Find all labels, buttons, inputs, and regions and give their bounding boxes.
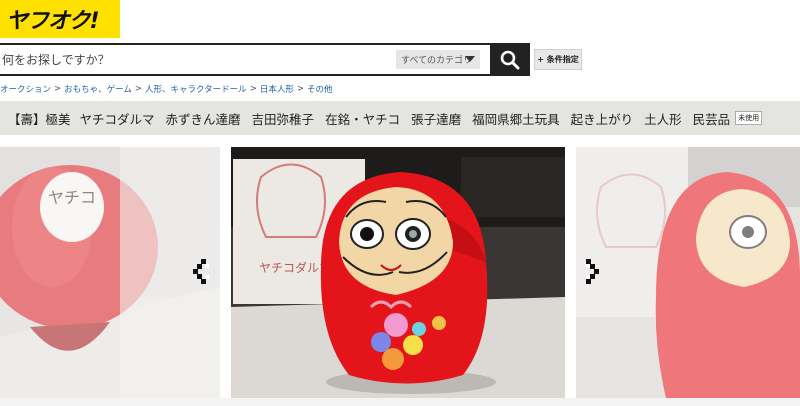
- box-label-text: ヤチコダルマ: [259, 260, 331, 275]
- breadcrumb: オークション > おもちゃ、ゲーム > 人形、キャラクタードール > 日本人形 …: [0, 83, 333, 95]
- logo-text: ヤフオク!: [6, 9, 100, 34]
- tag-item[interactable]: 起き上がり: [571, 109, 634, 128]
- tag-item[interactable]: 【壽】極美: [8, 109, 71, 128]
- tag-item[interactable]: 土人形: [644, 109, 682, 128]
- tag-item[interactable]: 張子達磨: [411, 109, 461, 128]
- filter-conditions-label: + 条件指定: [537, 55, 579, 64]
- tag-item[interactable]: 在銘・ヤチコ: [325, 109, 400, 128]
- main-image[interactable]: ヤチコダルマ: [231, 147, 565, 398]
- chevron-left-icon[interactable]: [193, 259, 211, 285]
- category-select-label: すべてのカテゴリ: [401, 56, 473, 66]
- caret-down-icon: [465, 56, 475, 62]
- breadcrumb-item[interactable]: その他: [307, 83, 333, 95]
- prev-image[interactable]: ヤチコ: [0, 147, 220, 398]
- tag-item[interactable]: 福岡県郷土玩具: [472, 109, 560, 128]
- chevron-right-icon[interactable]: [586, 259, 604, 285]
- breadcrumb-item[interactable]: おもちゃ、ゲーム: [64, 83, 132, 95]
- breadcrumb-item[interactable]: 日本人形: [260, 83, 294, 95]
- breadcrumb-item[interactable]: 人形、キャラクタードール: [145, 83, 247, 95]
- search-box: すべてのカテゴリ: [0, 43, 492, 76]
- tag-item[interactable]: ヤチコダルマ: [80, 109, 155, 128]
- condition-badge: 未使用: [735, 111, 763, 125]
- tag-item[interactable]: 吉田弥稚子: [252, 109, 315, 128]
- breadcrumb-item[interactable]: オークション: [0, 83, 51, 95]
- search-button[interactable]: [490, 43, 530, 76]
- daruma-front-photo: ヤチコダルマ: [231, 147, 565, 398]
- image-gallery: ヤチコ ヤチコダルマ: [0, 147, 800, 398]
- yahoo-auction-logo[interactable]: ヤフオク!: [0, 0, 120, 38]
- gallery-bottom-edge: [0, 398, 800, 406]
- tag-item[interactable]: 赤ずきん達磨: [166, 109, 241, 128]
- next-image[interactable]: [576, 147, 800, 398]
- filter-conditions-button[interactable]: + 条件指定: [534, 49, 582, 70]
- item-tags-bar: 【壽】極美 ヤチコダルマ 赤ずきん達磨 吉田弥稚子 在銘・ヤチコ 張子達磨 福岡…: [0, 101, 800, 135]
- category-select[interactable]: すべてのカテゴリ: [396, 50, 480, 69]
- search-input[interactable]: [0, 45, 390, 74]
- tag-item[interactable]: 民芸品: [693, 109, 731, 128]
- search-icon: [500, 50, 520, 69]
